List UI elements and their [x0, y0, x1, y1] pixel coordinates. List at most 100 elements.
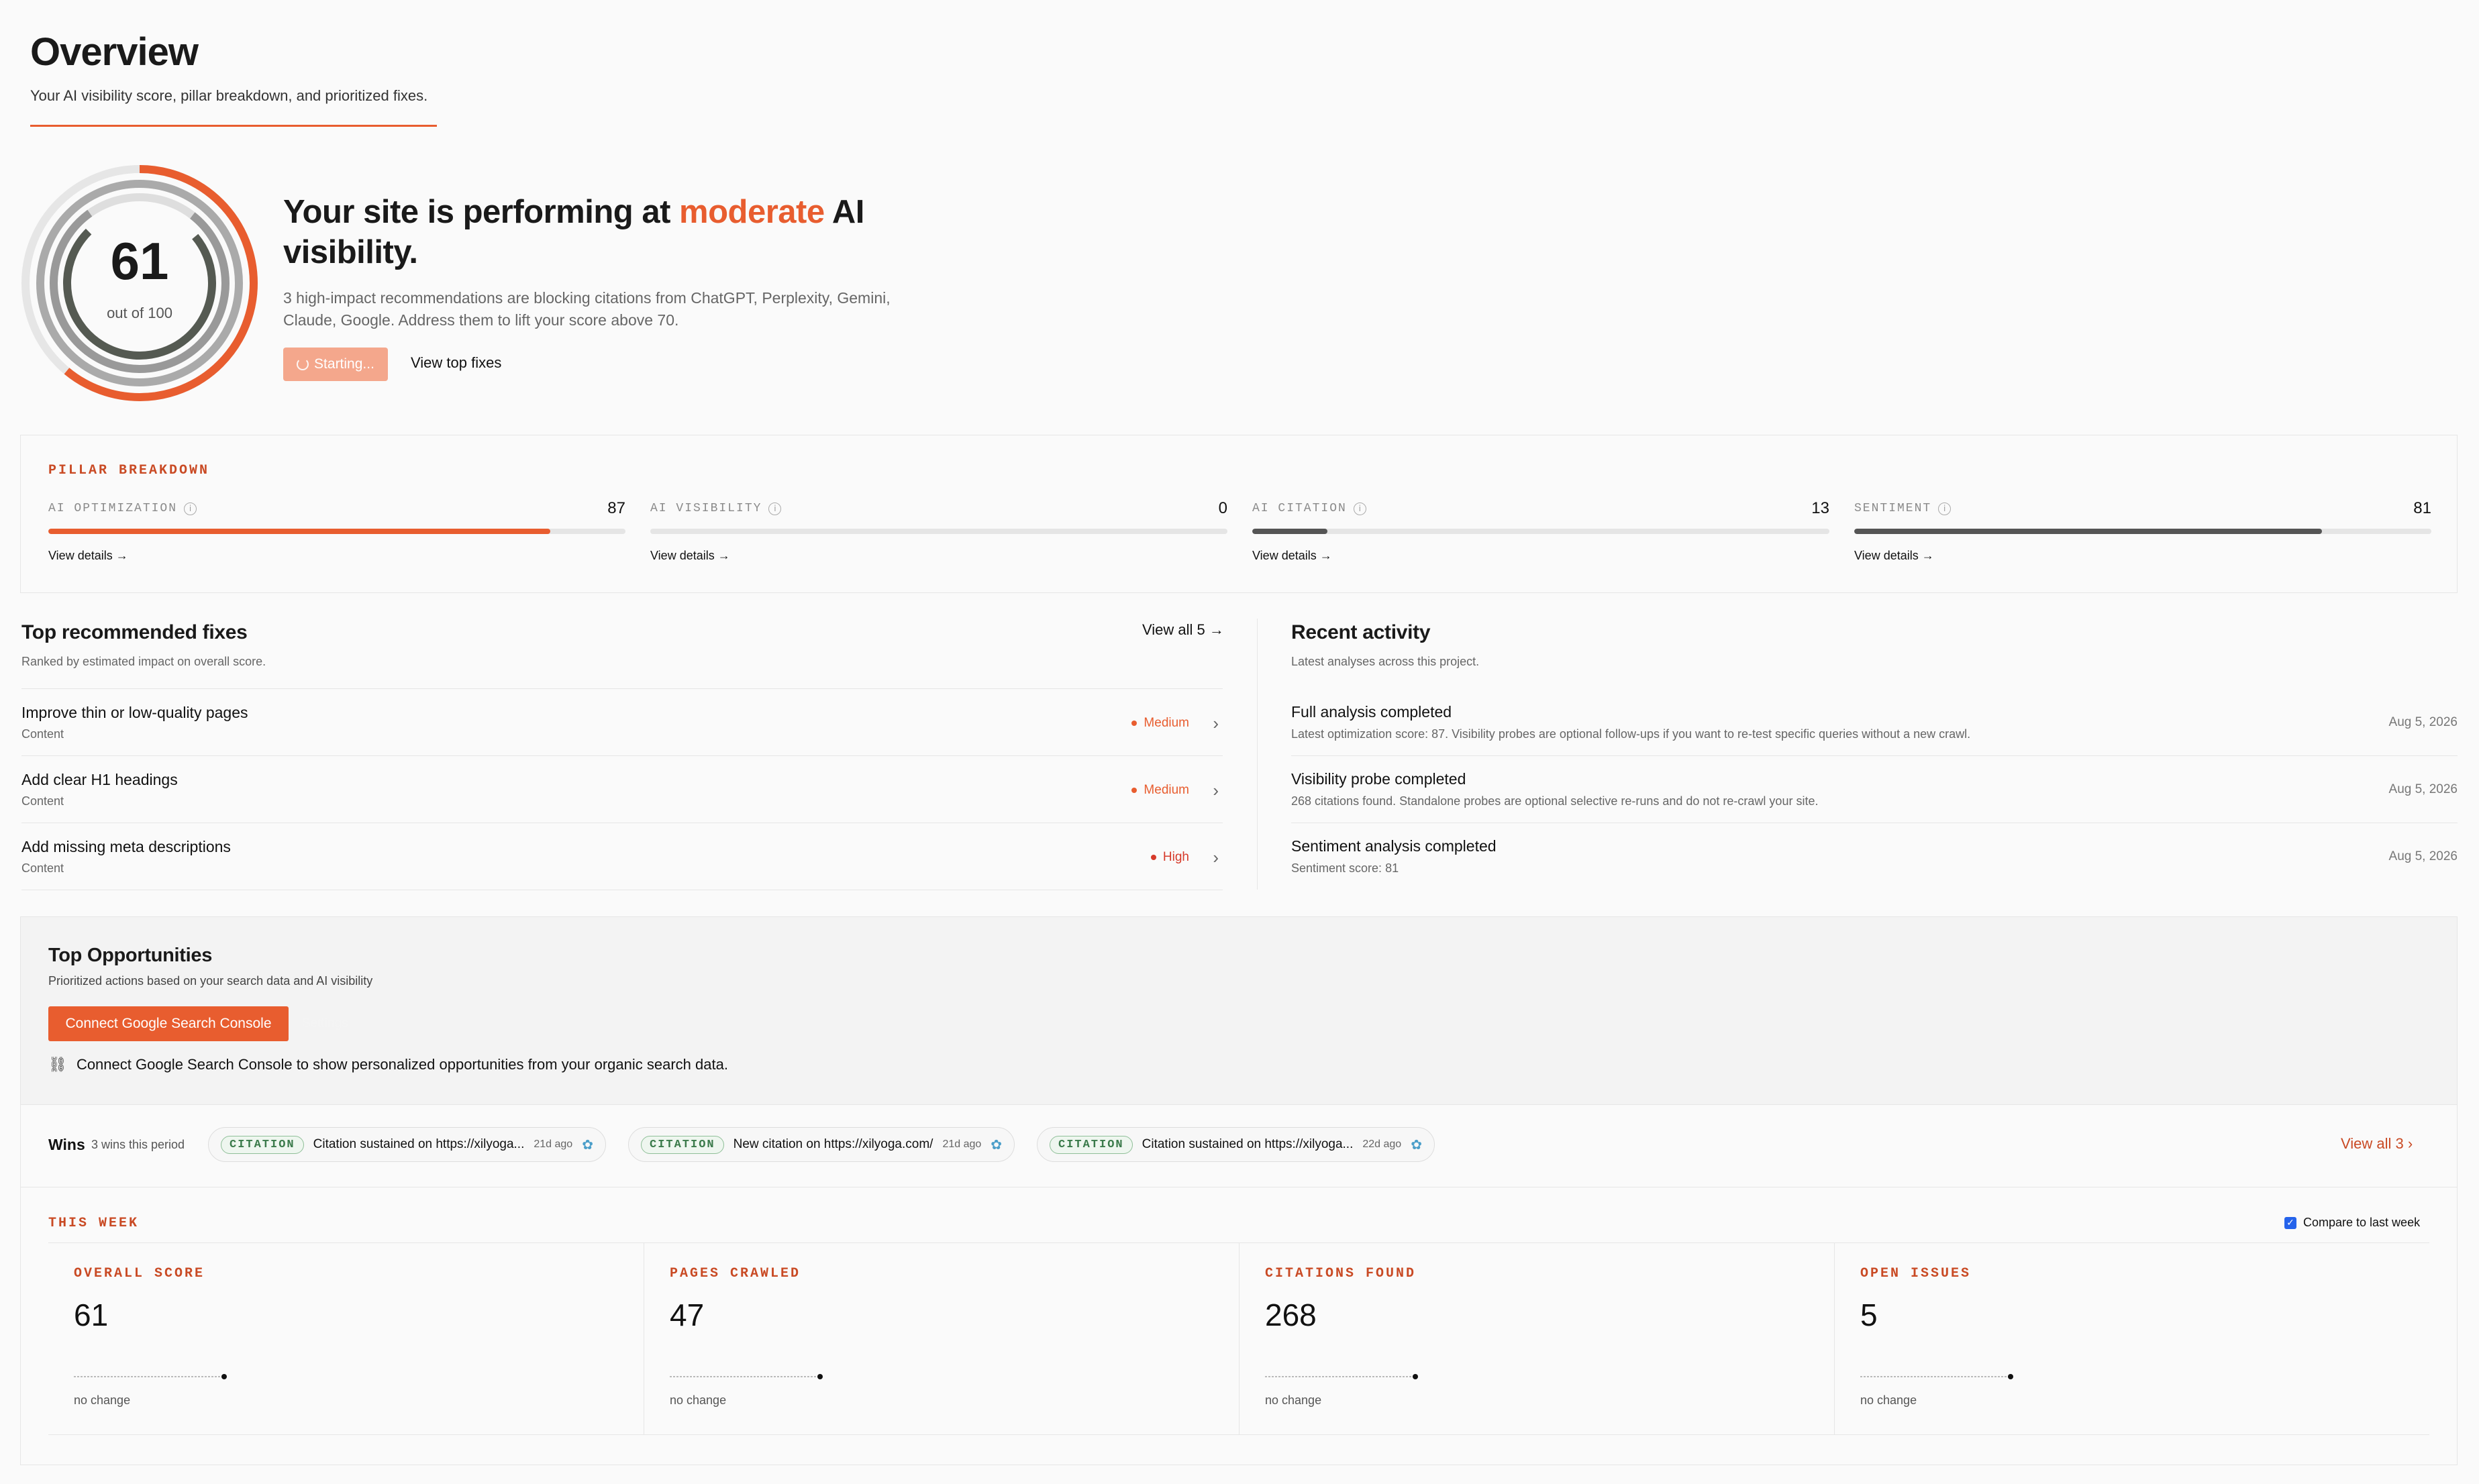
- settings-link[interactable]: Settings: [302, 1016, 348, 1031]
- chevron-right-icon: ›: [1213, 780, 1219, 800]
- starting-button[interactable]: Starting...: [283, 348, 388, 381]
- compare-toggle[interactable]: ✓ Compare to last week: [2284, 1216, 2420, 1230]
- spinner-icon: [297, 358, 309, 370]
- pillar-value: 81: [2413, 499, 2431, 517]
- activity-item-date: Aug 5, 2026: [2388, 715, 2458, 729]
- fix-category: Content: [21, 727, 64, 741]
- info-icon[interactable]: i: [1353, 502, 1366, 515]
- metric-label: CITATIONS FOUND: [1265, 1266, 1417, 1281]
- connect-gsc-button[interactable]: Connect Google Search Console: [48, 1006, 289, 1041]
- metric-change: no change: [670, 1393, 727, 1407]
- activity-item-desc: Sentiment score: 81: [1291, 861, 1399, 875]
- divider: [48, 1434, 2429, 1435]
- activity-item: Sentiment analysis completed Sentiment s…: [1291, 823, 2458, 890]
- pillar-progress-track: [1854, 529, 2431, 534]
- pillar-ai-optimization: AI OPTIMIZATION i 87 View details →: [48, 499, 625, 566]
- link-icon: ⛓: [48, 1056, 67, 1073]
- activity-item: Visibility probe completed 268 citations…: [1291, 755, 2458, 823]
- win-tag: CITATION: [221, 1135, 304, 1154]
- pillar-breakdown-eyebrow: PILLAR BREAKDOWN: [48, 463, 210, 478]
- wins-count: 3 wins this period: [91, 1138, 185, 1151]
- activity-item: Full analysis completed Latest optimizat…: [1291, 688, 2458, 755]
- chevron-right-icon: ›: [2407, 1135, 2413, 1152]
- chevron-right-icon: ›: [1213, 847, 1219, 867]
- win-chip[interactable]: CITATION Citation sustained on https://x…: [1037, 1127, 1435, 1162]
- hero-headline: Your site is performing at moderate AI v…: [283, 194, 864, 270]
- win-time: 21d ago: [942, 1138, 982, 1150]
- view-details-link[interactable]: View details →: [1252, 549, 1829, 563]
- activity-item-title: Full analysis completed: [1291, 703, 1452, 721]
- metric-value: 47: [670, 1297, 705, 1332]
- win-tag: CITATION: [641, 1135, 724, 1154]
- info-icon[interactable]: i: [184, 502, 197, 515]
- sparkline: [1860, 1374, 2013, 1379]
- activity-item-title: Visibility probe completed: [1291, 770, 1466, 788]
- activity-item-desc: Latest optimization score: 87. Visibilit…: [1291, 727, 1971, 741]
- priority-badge: Medium: [1131, 716, 1189, 731]
- pillar-name: AI OPTIMIZATION: [48, 502, 178, 515]
- view-all-fixes-link[interactable]: View all 5 →: [1142, 621, 1224, 639]
- metric-overall-score: OVERALL SCORE 61 no change: [48, 1243, 644, 1434]
- priority-badge: High: [1150, 850, 1189, 865]
- win-text: New citation on https://xilyoga.com/: [733, 1137, 933, 1151]
- view-all-wins-link[interactable]: View all 3 ›: [2341, 1135, 2413, 1153]
- fix-row[interactable]: Add missing meta descriptions Content Hi…: [21, 823, 1223, 890]
- fix-row[interactable]: Improve thin or low-quality pages Conten…: [21, 688, 1223, 755]
- pillar-name: AI CITATION: [1252, 502, 1347, 515]
- activity-title: Recent activity: [1291, 621, 1431, 643]
- view-details-link[interactable]: View details →: [650, 549, 1227, 563]
- metric-change: no change: [1860, 1393, 1917, 1407]
- priority-dot: [1131, 788, 1137, 793]
- activity-item-title: Sentiment analysis completed: [1291, 837, 1497, 855]
- pillar-progress-track: [48, 529, 625, 534]
- page-title: Overview: [30, 30, 199, 74]
- win-tag: CITATION: [1050, 1135, 1133, 1154]
- page-subtitle: Your AI visibility score, pillar breakdo…: [30, 87, 428, 104]
- view-details-link[interactable]: View details →: [1854, 549, 2431, 563]
- pillar-name: SENTIMENT: [1854, 502, 1932, 515]
- info-icon[interactable]: i: [1938, 502, 1952, 515]
- pillar-progress-fill: [48, 529, 551, 534]
- priority-badge: Medium: [1131, 783, 1189, 798]
- view-top-fixes-button[interactable]: View top fixes: [411, 354, 501, 372]
- pillar-value: 87: [607, 499, 625, 517]
- compare-label: Compare to last week: [2303, 1216, 2421, 1229]
- activity-item-date: Aug 5, 2026: [2388, 849, 2458, 863]
- metric-value: 61: [74, 1297, 109, 1332]
- view-details-link[interactable]: View details →: [48, 549, 625, 563]
- chevron-right-icon: ›: [1213, 713, 1219, 733]
- fix-row[interactable]: Add clear H1 headings Content Medium ›: [21, 755, 1223, 823]
- info-icon[interactable]: i: [768, 502, 782, 515]
- fix-category: Content: [21, 794, 64, 808]
- sparkline: [670, 1374, 823, 1379]
- activity-subtitle: Latest analyses across this project.: [1291, 655, 1480, 668]
- fixes-subtitle: Ranked by estimated impact on overall sc…: [21, 655, 266, 668]
- win-chip[interactable]: CITATION New citation on https://xilyoga…: [628, 1127, 1015, 1162]
- title-underline: [30, 125, 437, 127]
- win-chip[interactable]: CITATION Citation sustained on https://x…: [208, 1127, 606, 1162]
- pillar-progress-fill: [1854, 529, 2322, 534]
- column-divider: [1257, 619, 1258, 890]
- gift-icon: ✿: [991, 1137, 1003, 1153]
- pillar-progress-track: [1252, 529, 1829, 534]
- fix-title: Improve thin or low-quality pages: [21, 704, 248, 721]
- metric-open-issues: OPEN ISSUES 5 no change: [1834, 1243, 2429, 1434]
- pillar-value: 13: [1811, 499, 1829, 517]
- opportunities-note: ⛓ Connect Google Search Console to show p…: [48, 1056, 728, 1073]
- pillar-progress-fill: [1252, 529, 1327, 534]
- pillar-progress-track: [650, 529, 1227, 534]
- gift-icon: ✿: [582, 1137, 593, 1153]
- hero-headline-accent: moderate: [679, 194, 825, 230]
- compare-checkbox[interactable]: ✓: [2284, 1216, 2296, 1229]
- activity-item-date: Aug 5, 2026: [2388, 782, 2458, 796]
- priority-dot: [1131, 721, 1137, 726]
- fix-category: Content: [21, 861, 64, 875]
- metric-change: no change: [74, 1393, 131, 1407]
- this-week-eyebrow: THIS WEEK: [48, 1216, 140, 1231]
- fix-title: Add clear H1 headings: [21, 771, 178, 788]
- pillar-ai-citation: AI CITATION i 13 View details →: [1252, 499, 1829, 566]
- score-value: 61: [110, 231, 169, 290]
- win-time: 21d ago: [534, 1138, 573, 1150]
- priority-dot: [1150, 855, 1156, 860]
- sparkline: [1265, 1374, 1418, 1379]
